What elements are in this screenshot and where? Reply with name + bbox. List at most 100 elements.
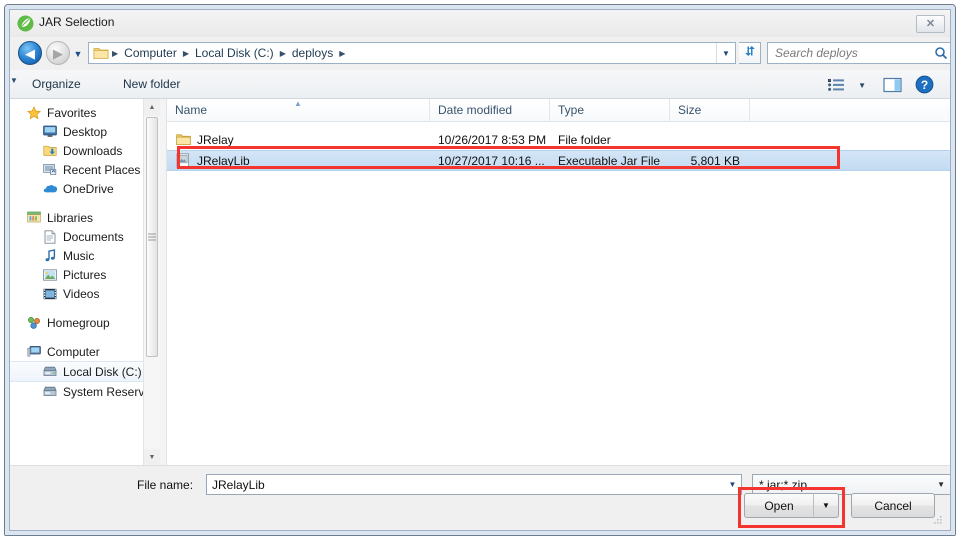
file-type-filter-dropdown[interactable]: *.jar;*.zip ▼ bbox=[752, 474, 950, 495]
scroll-down-arrow-icon[interactable]: ▼ bbox=[144, 449, 160, 466]
sidebar-label: Desktop bbox=[63, 124, 108, 139]
column-label: Size bbox=[678, 103, 702, 117]
chevron-down-icon[interactable]: ▼ bbox=[10, 76, 18, 85]
file-name-label: File name: bbox=[137, 478, 194, 492]
dialog-body: Favorites Desktop Downloads Recent Place… bbox=[10, 99, 950, 466]
sidebar-item-music[interactable]: Music bbox=[10, 246, 160, 265]
address-bar[interactable]: ▶ Computer ▶ Local Disk (C:) ▶ deploys ▶… bbox=[88, 42, 736, 64]
desktop-icon bbox=[42, 124, 58, 140]
onedrive-cloud-icon bbox=[42, 181, 58, 197]
navigation-pane-scrollbar[interactable]: ▲ ▼ bbox=[143, 99, 160, 466]
column-header-name[interactable]: ▲ Name bbox=[167, 99, 430, 121]
address-dropdown-button[interactable]: ▼ bbox=[716, 43, 735, 63]
folder-icon bbox=[93, 46, 109, 60]
sidebar-label: OneDrive bbox=[63, 181, 114, 196]
sidebar-label: Recent Places bbox=[63, 162, 141, 177]
search-input[interactable]: Search deploys bbox=[775, 46, 858, 60]
refresh-button[interactable] bbox=[739, 42, 761, 64]
back-arrow-icon: ◀ bbox=[25, 45, 35, 61]
cancel-button[interactable]: Cancel bbox=[851, 493, 935, 518]
pane-splitter[interactable] bbox=[160, 99, 167, 466]
file-name-label: JRelay bbox=[197, 132, 234, 147]
sidebar-item-videos[interactable]: Videos bbox=[10, 284, 160, 303]
view-list-icon[interactable] bbox=[826, 75, 850, 94]
sidebar-item-pictures[interactable]: Pictures bbox=[10, 265, 160, 284]
sidebar-item-documents[interactable]: Documents bbox=[10, 227, 160, 246]
file-date-cell: 10/27/2017 10:16 ... bbox=[438, 153, 545, 168]
chevron-down-icon: ▼ bbox=[822, 501, 830, 510]
column-label: Name bbox=[175, 103, 208, 117]
window-title: JAR Selection bbox=[39, 15, 115, 29]
sidebar-item-downloads[interactable]: Downloads bbox=[10, 141, 160, 160]
file-size-cell: 5,801 KB bbox=[690, 153, 740, 168]
forward-button[interactable]: ▶ bbox=[46, 41, 70, 65]
sidebar-group-homegroup[interactable]: Homegroup bbox=[10, 313, 160, 332]
table-row[interactable]: JRelayLib 10/27/2017 10:16 ... Executabl… bbox=[167, 150, 950, 171]
view-dropdown-caret-icon[interactable]: ▼ bbox=[858, 81, 866, 90]
sidebar-item-local-disk-c[interactable]: Local Disk (C:) bbox=[10, 361, 160, 382]
file-list-pane: ▲ Name Date modified Type Size JRelay 10… bbox=[167, 99, 950, 466]
file-name-value: JRelayLib bbox=[212, 477, 265, 492]
scroll-up-arrow-icon[interactable]: ▲ bbox=[144, 99, 160, 116]
computer-icon bbox=[26, 344, 42, 360]
scrollbar-thumb[interactable] bbox=[146, 117, 158, 357]
column-label: Date modified bbox=[438, 103, 513, 117]
search-box[interactable]: Search deploys bbox=[767, 42, 950, 64]
new-folder-button[interactable]: New folder bbox=[123, 77, 180, 91]
file-type-filter-value: *.jar;*.zip bbox=[759, 477, 808, 492]
sidebar-label: Downloads bbox=[63, 143, 123, 158]
window-client-area: JAR Selection ✕ ◀ ▶ ▼ ▶ Computer ▶ Local… bbox=[9, 9, 951, 531]
sidebar-item-system-reserved[interactable]: System Reserved bbox=[10, 382, 160, 401]
address-bar-row: ◀ ▶ ▼ ▶ Computer ▶ Local Disk (C:) ▶ dep… bbox=[10, 37, 950, 70]
sidebar-item-desktop[interactable]: Desktop bbox=[10, 122, 160, 141]
table-row[interactable]: JRelay 10/26/2017 8:53 PM File folder bbox=[167, 129, 950, 150]
sidebar-group-favorites[interactable]: Favorites bbox=[10, 103, 160, 122]
sidebar-group-libraries[interactable]: Libraries bbox=[10, 208, 160, 227]
folder-icon bbox=[175, 132, 191, 148]
sidebar-label: Local Disk (C:) bbox=[63, 364, 142, 379]
open-button[interactable]: Open bbox=[744, 493, 814, 518]
title-bar: JAR Selection ✕ bbox=[10, 10, 950, 37]
refresh-icon bbox=[743, 44, 757, 63]
breadcrumb-separator: ▶ bbox=[339, 48, 346, 58]
history-dropdown-button[interactable]: ▼ bbox=[72, 48, 84, 60]
file-date-cell: 10/26/2017 8:53 PM bbox=[438, 132, 547, 147]
breadcrumb-separator: ▶ bbox=[112, 48, 119, 58]
close-button[interactable]: ✕ bbox=[916, 15, 945, 33]
chevron-down-icon: ▼ bbox=[937, 480, 945, 489]
sidebar-item-onedrive[interactable]: OneDrive bbox=[10, 179, 160, 198]
help-icon[interactable]: ? bbox=[915, 75, 934, 94]
file-type-cell: Executable Jar File bbox=[558, 153, 661, 168]
sidebar-group-computer[interactable]: Computer bbox=[10, 342, 160, 361]
downloads-icon bbox=[42, 143, 58, 159]
column-header-type[interactable]: Type bbox=[550, 99, 670, 121]
column-header-size[interactable]: Size bbox=[670, 99, 750, 121]
libraries-icon bbox=[26, 210, 42, 226]
sort-ascending-icon: ▲ bbox=[294, 99, 302, 108]
open-dropdown-button[interactable]: ▼ bbox=[813, 493, 839, 518]
sidebar-item-recent-places[interactable]: Recent Places bbox=[10, 160, 160, 179]
sidebar-label: Documents bbox=[63, 229, 124, 244]
breadcrumb-item-deploys[interactable]: deploys bbox=[289, 46, 336, 60]
breadcrumb-item-computer[interactable]: Computer bbox=[121, 46, 180, 60]
breadcrumb-separator: ▶ bbox=[279, 48, 286, 58]
organize-button[interactable]: Organize bbox=[32, 77, 81, 91]
file-name-dropdown-button[interactable]: ▼ bbox=[724, 475, 741, 494]
breadcrumb-item-local-disk[interactable]: Local Disk (C:) bbox=[192, 46, 277, 60]
sidebar-label: Computer bbox=[47, 344, 100, 359]
hard-drive-icon bbox=[42, 384, 58, 400]
file-name-cell: JRelay bbox=[167, 132, 430, 148]
file-list-header: ▲ Name Date modified Type Size bbox=[167, 99, 950, 122]
sidebar-label: Favorites bbox=[47, 105, 97, 120]
hard-drive-icon bbox=[42, 364, 58, 380]
preview-pane-icon[interactable] bbox=[881, 75, 903, 94]
chevron-down-icon: ▼ bbox=[728, 480, 737, 489]
back-button[interactable]: ◀ bbox=[18, 41, 42, 65]
svg-text:?: ? bbox=[921, 78, 928, 92]
column-header-date-modified[interactable]: Date modified bbox=[430, 99, 550, 121]
navigation-pane: Favorites Desktop Downloads Recent Place… bbox=[10, 99, 160, 466]
file-name-input[interactable]: JRelayLib ▼ bbox=[206, 474, 742, 495]
window-frame: JAR Selection ✕ ◀ ▶ ▼ ▶ Computer ▶ Local… bbox=[4, 4, 956, 536]
